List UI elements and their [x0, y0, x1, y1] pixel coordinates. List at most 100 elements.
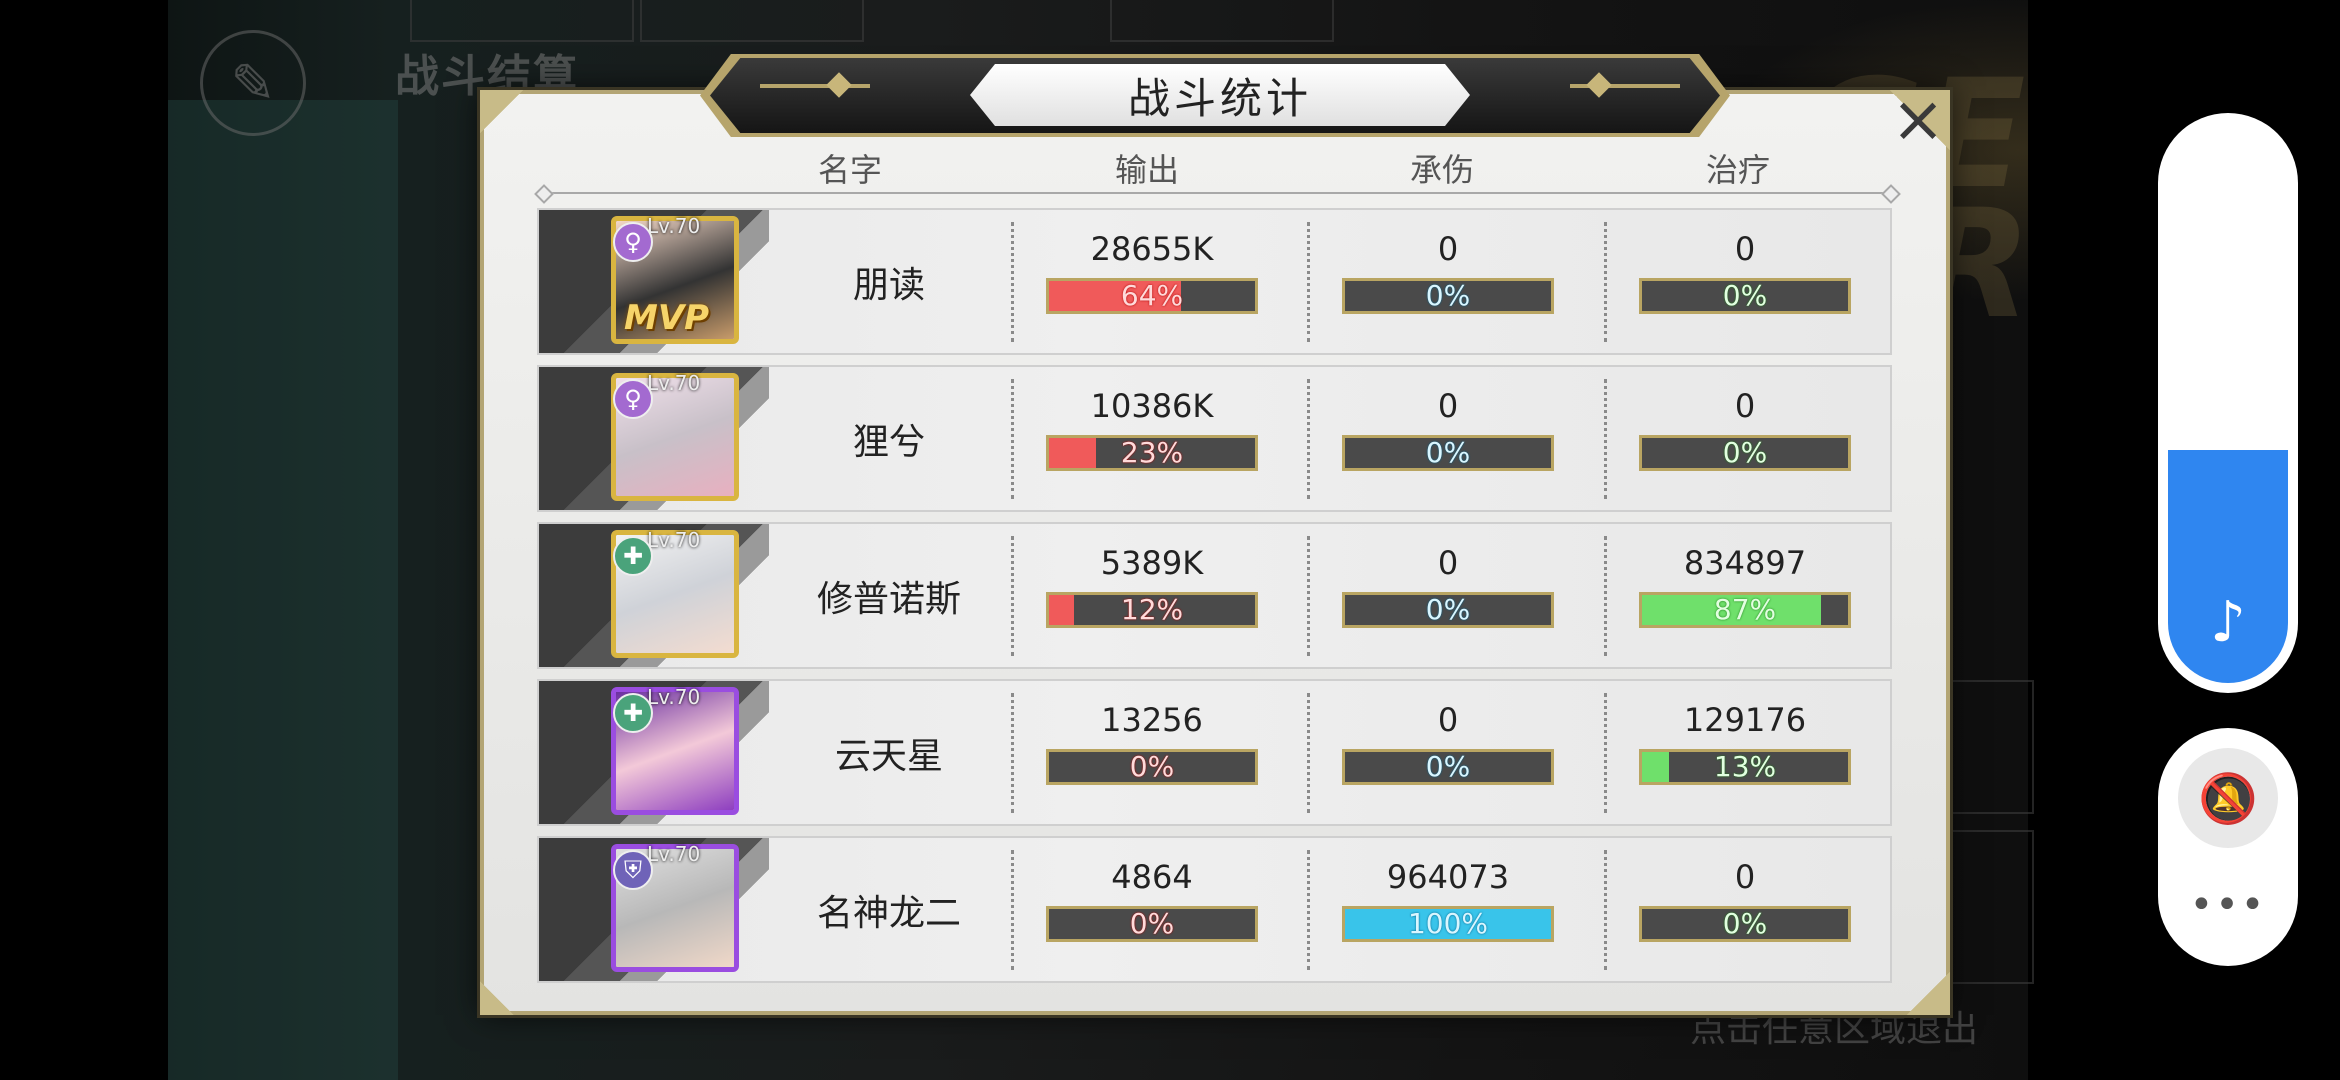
edit-notes-icon[interactable]: ✎: [200, 30, 306, 136]
damage-taken-stat: 0 0%: [1342, 367, 1554, 510]
character-name: 狸兮: [852, 421, 925, 463]
damage-taken-value: 0: [1437, 544, 1459, 582]
character-name: 修普诺斯: [816, 578, 961, 620]
healer-role-icon: ✚: [613, 693, 653, 733]
column-separator: [1604, 222, 1607, 342]
healing-percent: 87%: [1713, 593, 1777, 626]
column-separator: [1011, 379, 1014, 499]
column-separator: [1604, 850, 1607, 970]
output-percent: 12%: [1120, 593, 1184, 626]
column-separator: [1604, 379, 1607, 499]
player-row: ⛨ Lv.70 名神龙二 4864 0% 964073 100% 0 0%: [537, 836, 1892, 983]
damage-taken-value: 0: [1437, 230, 1459, 268]
column-separator: [1011, 536, 1014, 656]
player-row: ✚ Lv.70 云天星 13256 0% 0 0% 129176 13%: [537, 679, 1892, 826]
damage-taken-value: 0: [1437, 387, 1459, 425]
damage-taken-percent: 0%: [1425, 436, 1471, 469]
background-grid-cell: [1110, 0, 1334, 42]
output-stat: 5389K 12%: [1046, 524, 1258, 667]
output-value: 13256: [1101, 701, 1203, 739]
header-damage-taken: 承伤: [1409, 151, 1474, 189]
output-percent: 0%: [1129, 907, 1175, 940]
column-separator: [1307, 536, 1310, 656]
mage-role-icon: ♀: [613, 379, 653, 419]
damage-taken-value: 964073: [1386, 858, 1510, 896]
healing-value: 834897: [1683, 544, 1807, 582]
player-row: ♀ Lv.70 狸兮 10386K 23% 0 0% 0 0%: [537, 365, 1892, 512]
damage-taken-percent-bar: 0%: [1342, 592, 1554, 628]
character-level: Lv.70: [647, 842, 701, 866]
mage-role-icon: ♀: [613, 222, 653, 262]
header-healing: 治疗: [1705, 151, 1770, 189]
character-name: 云天星: [834, 735, 943, 777]
background-grid-cell: [640, 0, 864, 42]
column-separator: [1011, 850, 1014, 970]
more-dots-icon[interactable]: •••: [2190, 880, 2265, 930]
healing-percent-bar: 0%: [1639, 906, 1851, 942]
healing-percent-bar: 0%: [1639, 278, 1851, 314]
output-percent-bar: 0%: [1046, 906, 1258, 942]
output-stat: 4864 0%: [1046, 838, 1258, 981]
damage-taken-percent-bar: 0%: [1342, 278, 1554, 314]
mvp-badge: MVP: [624, 298, 710, 338]
healing-percent: 0%: [1722, 436, 1768, 469]
output-percent-bar: 12%: [1046, 592, 1258, 628]
header-name: 名字: [817, 151, 882, 189]
damage-taken-value: 0: [1437, 701, 1459, 739]
title-plate: 战斗统计: [970, 64, 1470, 126]
tank-role-icon: ⛨: [613, 850, 653, 890]
damage-taken-percent-bar: 100%: [1342, 906, 1554, 942]
music-note-icon[interactable]: ♪: [2196, 590, 2260, 655]
damage-taken-stat: 964073 100%: [1342, 838, 1554, 981]
damage-taken-percent-bar: 0%: [1342, 749, 1554, 785]
column-separator: [1604, 693, 1607, 813]
healing-stat: 0 0%: [1639, 210, 1851, 353]
damage-taken-stat: 0 0%: [1342, 524, 1554, 667]
healing-stat: 129176 13%: [1639, 681, 1851, 824]
column-separator: [1011, 693, 1014, 813]
output-value: 28655K: [1090, 230, 1214, 268]
close-icon[interactable]: ×: [1890, 88, 1946, 152]
column-separator: [1604, 536, 1607, 656]
healer-role-icon: ✚: [613, 536, 653, 576]
healing-value: 0: [1734, 387, 1756, 425]
column-separator: [1307, 850, 1310, 970]
healing-value: 0: [1734, 858, 1756, 896]
banner-ornament: [760, 84, 870, 88]
healing-percent-bar: 0%: [1639, 435, 1851, 471]
background-grid-cell: [1950, 680, 2034, 814]
player-row: ✚ Lv.70 修普诺斯 5389K 12% 0 0% 834897 87%: [537, 522, 1892, 669]
background-grid-cell: [410, 0, 634, 42]
output-percent: 23%: [1120, 436, 1184, 469]
healing-percent: 0%: [1722, 279, 1768, 312]
header-output: 输出: [1114, 151, 1179, 189]
output-value: 10386K: [1090, 387, 1214, 425]
character-level: Lv.70: [647, 685, 701, 709]
bell-muted-icon[interactable]: 🔕: [2178, 748, 2278, 848]
background-grid-cell: [1950, 830, 2034, 984]
character-level: Lv.70: [647, 214, 701, 238]
header-divider: [545, 192, 1890, 194]
character-name: 朋读: [852, 264, 925, 306]
healing-value: 129176: [1683, 701, 1807, 739]
healing-percent-bar: 87%: [1639, 592, 1851, 628]
character-level: Lv.70: [647, 528, 701, 552]
healing-stat: 834897 87%: [1639, 524, 1851, 667]
column-separator: [1307, 379, 1310, 499]
healing-value: 0: [1734, 230, 1756, 268]
dialog-title: 战斗统计: [1127, 73, 1312, 123]
output-value: 4864: [1111, 858, 1193, 896]
output-stat: 28655K 64%: [1046, 210, 1258, 353]
column-separator: [1011, 222, 1014, 342]
output-percent: 0%: [1129, 750, 1175, 783]
damage-taken-stat: 0 0%: [1342, 210, 1554, 353]
column-separator: [1307, 693, 1310, 813]
output-percent-bar: 64%: [1046, 278, 1258, 314]
healing-percent: 13%: [1713, 750, 1777, 783]
damage-taken-percent: 0%: [1425, 593, 1471, 626]
column-separator: [1307, 222, 1310, 342]
output-percent: 64%: [1120, 279, 1184, 312]
damage-taken-percent: 0%: [1425, 279, 1471, 312]
character-level: Lv.70: [647, 371, 701, 395]
output-percent-bar: 0%: [1046, 749, 1258, 785]
